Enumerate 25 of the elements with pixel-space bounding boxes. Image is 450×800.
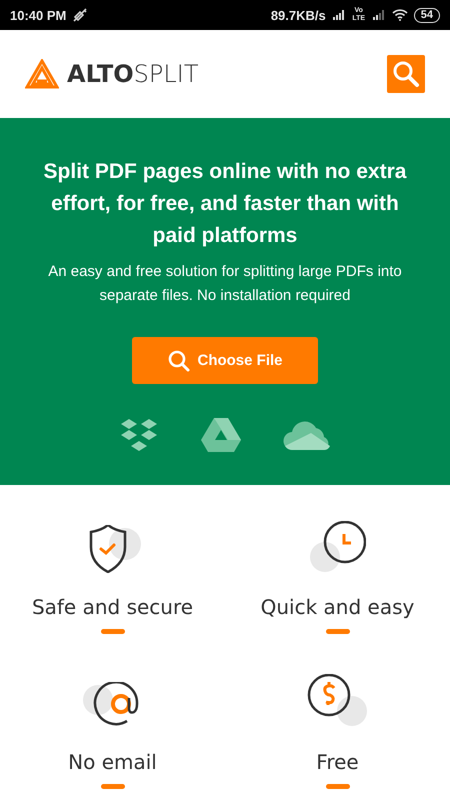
- network-speed: 89.7KB/s: [270, 8, 326, 22]
- logo-icon: [25, 59, 59, 89]
- hero-title: Split PDF pages online with no extra effort, for free, and faster than with paid platforms: [42, 159, 408, 249]
- search-button[interactable]: [387, 55, 425, 93]
- logo-text[interactable]: ALTOSPLIT: [67, 60, 198, 88]
- wifi-icon: [392, 9, 408, 21]
- feature-label: No email: [68, 750, 157, 774]
- clock-time: 10:40 PM: [10, 8, 66, 22]
- feature-label: Quick and easy: [260, 595, 414, 619]
- signal-icon: [332, 9, 346, 21]
- accent-underline: [326, 784, 350, 789]
- dropbox-icon[interactable]: [119, 419, 159, 451]
- search-icon: [167, 348, 192, 372]
- clock-icon: [310, 521, 366, 573]
- drive-icon[interactable]: [201, 418, 241, 452]
- feature-label: Safe and secure: [32, 595, 194, 619]
- cloud-icon[interactable]: [283, 419, 331, 451]
- hero-subtitle: An easy and free solution for splitting large PDFs into separate files. No installation required: [47, 262, 403, 306]
- accent-underline: [100, 784, 124, 789]
- dollar-icon: [306, 674, 368, 728]
- signal-icon: [372, 9, 386, 21]
- feature-label: Free: [316, 750, 359, 774]
- battery-level: 54: [414, 8, 440, 22]
- accent-underline: [326, 629, 350, 634]
- accent-underline: [100, 629, 124, 634]
